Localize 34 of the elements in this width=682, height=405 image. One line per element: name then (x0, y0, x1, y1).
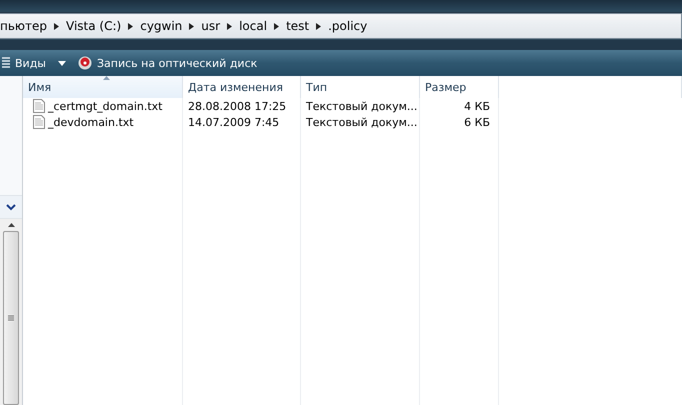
date-cell: 14.07.2009 7:45 (183, 114, 301, 130)
arrow-icon[interactable] (274, 22, 280, 30)
text-file-icon (33, 99, 45, 113)
type-cell: Текстовый докум... (301, 98, 420, 114)
scrollbar-thumb[interactable] (3, 231, 19, 405)
breadcrumb-item[interactable]: пьютер (0, 19, 48, 33)
date-cell: 28.08.2008 17:25 (183, 98, 301, 114)
size-cell: 6 КБ (420, 114, 499, 130)
file-name-cell[interactable]: _devdomain.txt (23, 114, 183, 130)
list-icon (2, 57, 10, 69)
text-file-icon (33, 115, 45, 129)
column-header[interactable]: Имя (23, 76, 183, 98)
address-bar[interactable]: пьютер Vista (C:) cygwin usr local test .policy (0, 13, 682, 39)
breadcrumb-item[interactable]: cygwin (140, 19, 182, 33)
dropdown-icon[interactable] (58, 60, 66, 66)
views-button[interactable]: Виды (0, 56, 48, 70)
breadcrumb-item[interactable]: .policy (328, 19, 368, 33)
chevron-down-icon[interactable] (6, 204, 16, 210)
arrow-icon[interactable] (128, 22, 134, 30)
breadcrumb-item[interactable]: usr (201, 19, 220, 33)
sort-arrow-icon (102, 76, 110, 80)
scroll-up-icon[interactable] (8, 223, 14, 227)
arrow-icon[interactable] (54, 22, 60, 30)
breadcrumb-item[interactable]: test (286, 19, 310, 33)
file-name-cell[interactable]: _certmgt_domain.txt (23, 98, 183, 114)
type-cell: Текстовый докум... (301, 114, 420, 130)
burn-button[interactable]: Запись на оптический диск (76, 56, 260, 70)
arrow-icon[interactable] (316, 22, 322, 30)
size-cell: 4 КБ (420, 98, 499, 114)
arrow-icon[interactable] (189, 22, 194, 30)
disc-icon (78, 56, 92, 70)
breadcrumb-item[interactable]: Vista (C:) (66, 19, 122, 33)
arrow-icon[interactable] (227, 22, 232, 30)
breadcrumb-item[interactable]: local (239, 19, 268, 33)
